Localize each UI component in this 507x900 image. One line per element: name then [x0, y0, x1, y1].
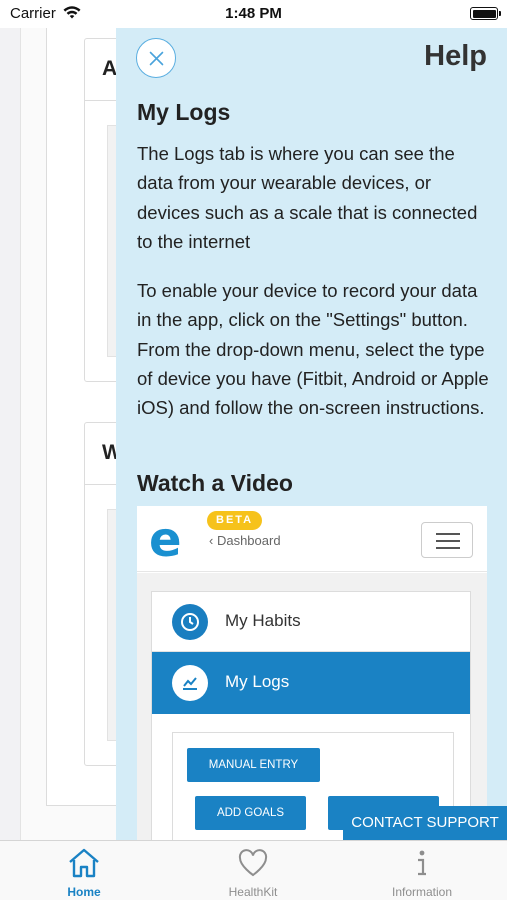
manual-entry-button: MANUAL ENTRY — [187, 748, 320, 782]
video-menu-item-active: My Logs — [152, 652, 470, 714]
tab-label: HealthKit — [228, 885, 278, 899]
hamburger-menu-icon — [421, 522, 473, 558]
tab-label: Information — [391, 885, 453, 899]
beta-badge: BETA — [207, 511, 263, 530]
app-logo: e — [149, 512, 182, 568]
tab-information[interactable]: Information — [362, 847, 482, 899]
video-section-title: Watch a Video — [137, 470, 293, 496]
video-menu-label: My Logs — [225, 672, 290, 691]
video-thumbnail[interactable]: e BETA ‹ Dashboard My Habits My Logs MAN… — [137, 506, 487, 840]
tab-bar: Home HealthKit Information — [0, 840, 507, 900]
close-button[interactable] — [136, 38, 176, 78]
help-paragraph: To enable your device to record your dat… — [137, 280, 489, 419]
tab-healthkit[interactable]: HealthKit — [193, 847, 313, 899]
chevron-left-icon: ‹ — [209, 533, 217, 548]
help-title: Help — [424, 40, 487, 72]
tab-label: Home — [67, 885, 101, 899]
trend-icon — [172, 665, 208, 701]
contact-support-button[interactable]: CONTACT SUPPORT — [343, 806, 507, 840]
add-goals-button: ADD GOALS — [195, 796, 306, 830]
section-title: My Logs — [137, 99, 231, 125]
tab-home[interactable]: Home — [24, 847, 144, 899]
info-icon — [362, 847, 482, 879]
breadcrumb: ‹ Dashboard — [209, 533, 281, 548]
clock-icon — [172, 604, 208, 640]
video-menu-label: My Habits — [225, 611, 301, 630]
help-drawer: Help My Logs The Logs tab is where you c… — [116, 28, 507, 840]
status-bar: Carrier 1:48 PM — [0, 0, 507, 28]
battery-icon — [470, 7, 501, 20]
clock: 1:48 PM — [225, 5, 282, 22]
help-paragraph: The Logs tab is where you can see the da… — [137, 143, 478, 252]
home-icon — [24, 847, 144, 879]
heart-icon — [193, 847, 313, 879]
close-icon — [149, 51, 164, 66]
video-menu-item: My Habits — [152, 592, 470, 652]
background-card-title: A — [102, 57, 118, 80]
